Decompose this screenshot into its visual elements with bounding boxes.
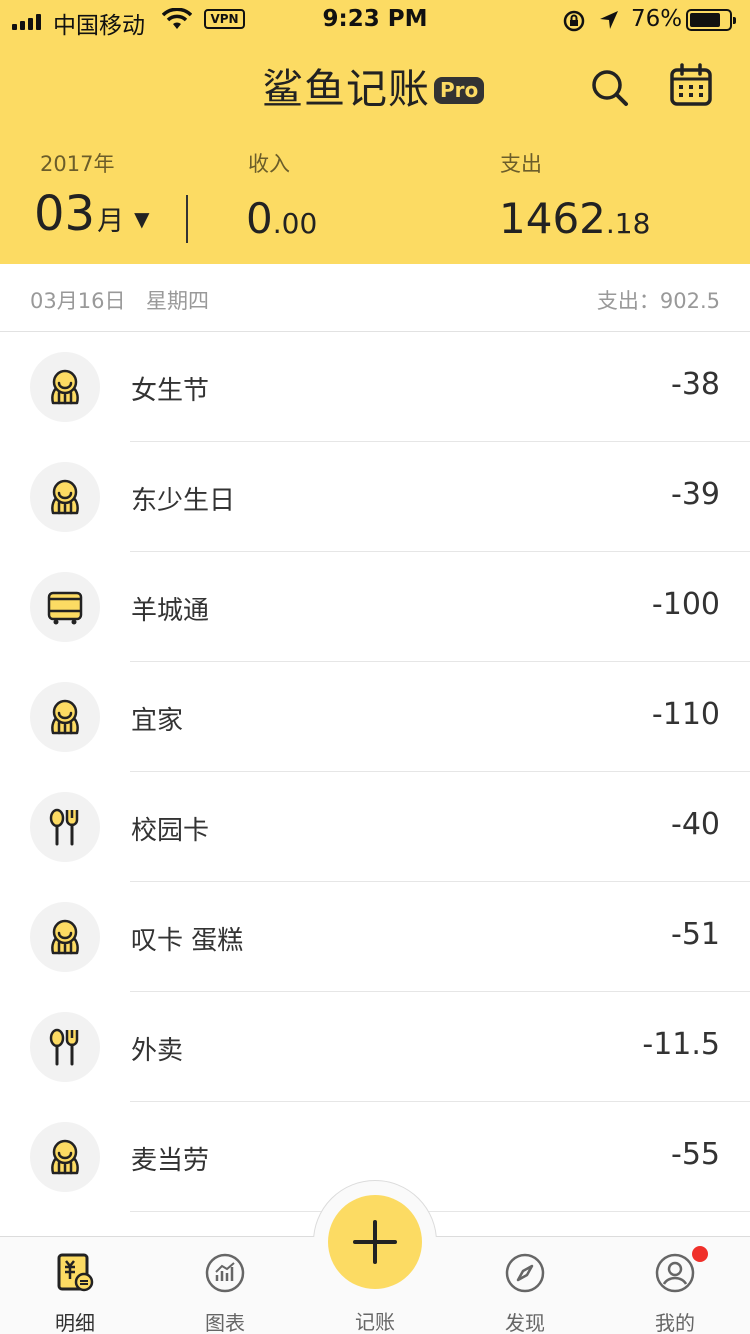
transaction-title: 麦当劳 [131, 1146, 210, 1176]
transaction-row[interactable]: 叹卡 蛋糕 -51 [0, 882, 750, 992]
transaction-amount: -100 [651, 587, 720, 622]
dining-icon [30, 792, 100, 862]
tab-charts-label: 图表 [205, 1311, 245, 1334]
transaction-amount: -11.5 [642, 1027, 720, 1062]
month-picker[interactable]: 03 月 ▼ [34, 186, 149, 246]
tab-charts[interactable]: 图表 [150, 1237, 300, 1334]
transaction-row[interactable]: 东少生日 -39 [0, 442, 750, 552]
battery-percent: 76% [631, 6, 683, 32]
transaction-amount: -110 [651, 697, 720, 732]
bus-icon [30, 572, 100, 642]
month-number: 03 [34, 186, 96, 242]
transaction-row[interactable]: 宜家 -110 [0, 662, 750, 772]
transaction-title: 羊城通 [131, 596, 210, 626]
location-arrow-icon [600, 11, 618, 29]
compass-icon [505, 1253, 545, 1293]
transaction-row[interactable]: 羊城通 -100 [0, 552, 750, 662]
calendar-icon[interactable] [668, 62, 714, 108]
transaction-title: 女生节 [131, 376, 210, 406]
day-date: 03月16日 [30, 289, 126, 313]
tab-mine-label: 我的 [655, 1311, 695, 1334]
dining-icon [30, 1012, 100, 1082]
chart-icon [205, 1253, 245, 1293]
row-divider [130, 1211, 750, 1212]
social-icon [30, 462, 100, 532]
search-icon[interactable] [588, 66, 632, 110]
transaction-list: 女生节 -38 东少生日 -39 羊城通 -100 宜家 -110 校园卡 -40 叹卡 蛋糕 -51… [0, 332, 750, 1212]
transaction-title: 东少生日 [131, 486, 236, 516]
caret-down-icon: ▼ [134, 207, 150, 231]
add-record-label: 记账 [355, 1310, 395, 1334]
profile-icon [655, 1253, 695, 1293]
transaction-title: 宜家 [131, 706, 184, 736]
income-decimal: .00 [272, 207, 318, 240]
add-record-button[interactable] [328, 1195, 422, 1289]
pro-badge: Pro [434, 76, 485, 104]
income-label: 收入 [248, 152, 290, 176]
day-summary: 03月16日 星期四 支出：902.5 [0, 264, 750, 332]
social-icon [30, 682, 100, 752]
transaction-row[interactable]: 外卖 -11.5 [0, 992, 750, 1102]
tab-mine[interactable]: 我的 [600, 1237, 750, 1334]
ledger-icon [57, 1253, 94, 1292]
transaction-title: 校园卡 [131, 816, 210, 846]
transaction-amount: -55 [671, 1137, 720, 1172]
month-unit: 月 [97, 206, 125, 237]
header-divider [186, 195, 188, 243]
status-bar: 中国移动 VPN 9:23 PM 76% [0, 0, 750, 40]
tab-discover-label: 发现 [505, 1311, 545, 1334]
plus-icon [353, 1220, 397, 1264]
transaction-amount: -40 [671, 807, 720, 842]
app-name: 鲨鱼记账 [262, 65, 430, 113]
day-expense-total: 支出：902.5 [596, 289, 720, 313]
transaction-row[interactable]: 校园卡 -40 [0, 772, 750, 882]
year-label: 2017年 [40, 152, 115, 176]
income-integer: 0 [246, 194, 273, 243]
app-logo: 鲨鱼记账 Pro [262, 60, 485, 113]
transaction-amount: -39 [671, 477, 720, 512]
expense-decimal: .18 [605, 207, 651, 240]
notification-dot [692, 1246, 708, 1262]
transaction-title: 叹卡 蛋糕 [131, 926, 244, 956]
header: 鲨鱼记账 Pro 2017年 收入 支出 03 月 ▼ 0.00 1462.18 [0, 40, 750, 264]
battery-icon [686, 9, 736, 31]
tab-details[interactable]: 明细 [0, 1237, 150, 1334]
social-icon [30, 352, 100, 422]
income-amount: 0.00 [246, 194, 317, 243]
tab-discover[interactable]: 发现 [450, 1237, 600, 1334]
transaction-amount: -38 [671, 367, 720, 402]
rotation-lock-icon [563, 10, 585, 32]
expense-amount: 1462.18 [499, 194, 650, 243]
transaction-row[interactable]: 女生节 -38 [0, 332, 750, 442]
day-weekday: 星期四 [146, 289, 209, 313]
social-icon [30, 1122, 100, 1192]
tab-details-label: 明细 [55, 1311, 95, 1334]
expense-integer: 1462 [499, 194, 606, 243]
transaction-amount: -51 [671, 917, 720, 952]
expense-label: 支出 [500, 152, 542, 176]
social-icon [30, 902, 100, 972]
transaction-title: 外卖 [131, 1036, 184, 1066]
